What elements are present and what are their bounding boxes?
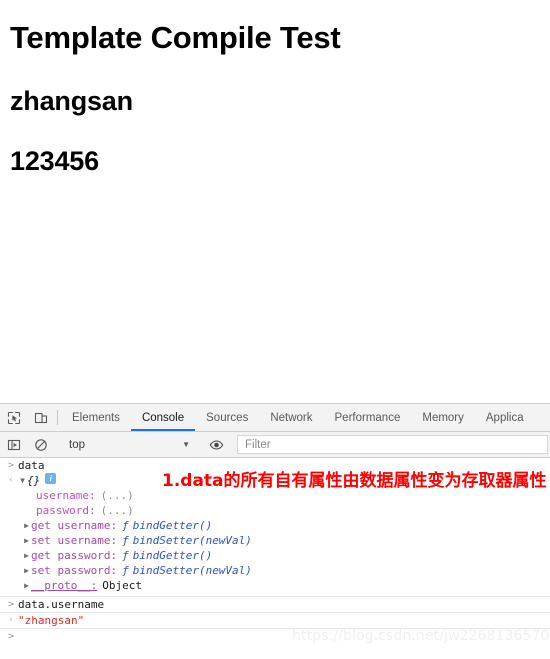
accessor-key: set username:: [31, 534, 118, 547]
function-name: bindSetter(newVal): [132, 564, 252, 577]
device-toolbar-icon[interactable]: [27, 404, 54, 431]
tab-sources[interactable]: Sources: [195, 404, 259, 431]
devtools-tabbar: Elements Console Sources Network Perform…: [0, 404, 550, 432]
devtools-panel: Elements Console Sources Network Perform…: [0, 403, 550, 659]
accessor-key: set password:: [31, 564, 118, 577]
filter-input[interactable]: Filter: [237, 435, 548, 454]
tab-performance[interactable]: Performance: [324, 404, 412, 431]
password-output: 123456: [10, 145, 99, 176]
console-input-row[interactable]: > data: [0, 458, 550, 473]
function-name: bindGetter(): [132, 549, 213, 562]
object-property-row[interactable]: password: (...): [0, 503, 550, 518]
console-filter-bar: top ▼ Filter: [0, 432, 550, 458]
output-marker-icon: ‹: [8, 475, 14, 485]
console-input-row[interactable]: > data.username: [0, 596, 550, 613]
page-title: Template Compile Test: [10, 20, 341, 55]
property-value[interactable]: (...): [101, 488, 134, 503]
collapse-triangle-icon[interactable]: ▶: [22, 533, 31, 548]
console-command: data: [18, 459, 45, 472]
console-output[interactable]: > data ‹ ▼ {} i username: (...) password…: [0, 458, 550, 659]
input-marker-icon: >: [7, 460, 15, 471]
object-brace: {}: [27, 474, 41, 487]
toolbar-divider: [57, 410, 58, 425]
console-prompt-row[interactable]: >: [0, 629, 550, 644]
collapse-triangle-icon[interactable]: ▶: [22, 563, 31, 578]
property-key: username:: [36, 489, 96, 502]
tab-memory[interactable]: Memory: [411, 404, 475, 431]
tab-network[interactable]: Network: [259, 404, 323, 431]
output-marker-icon: ‹: [8, 615, 14, 625]
property-value[interactable]: (...): [101, 503, 134, 518]
function-name: bindSetter(newVal): [132, 534, 252, 547]
clear-console-icon[interactable]: [27, 438, 54, 452]
object-accessor-row[interactable]: ▶ set username: ƒ bindSetter(newVal): [0, 533, 550, 548]
proto-key: __proto__:: [31, 579, 98, 592]
tab-elements[interactable]: Elements: [61, 404, 131, 431]
info-icon[interactable]: i: [45, 473, 57, 484]
object-accessor-row[interactable]: ▶ set password: ƒ bindSetter(newVal): [0, 563, 550, 578]
expand-triangle-icon[interactable]: ▼: [18, 473, 27, 488]
execution-context-value: top: [69, 438, 85, 451]
object-proto-row[interactable]: ▶ __proto__: Object: [0, 578, 550, 593]
function-glyph-icon: ƒ: [122, 519, 129, 532]
function-name: bindGetter(): [132, 519, 213, 532]
accessor-key: get password:: [31, 549, 118, 562]
input-marker-icon: >: [7, 599, 15, 610]
console-result-row[interactable]: ‹ "zhangsan": [0, 613, 550, 629]
property-key: password:: [36, 504, 96, 517]
proto-value: Object: [102, 579, 142, 592]
function-glyph-icon: ƒ: [122, 549, 129, 562]
chevron-down-icon: ▼: [182, 439, 190, 449]
inspect-element-icon[interactable]: [0, 404, 27, 431]
live-expression-eye-icon[interactable]: [203, 438, 230, 452]
function-glyph-icon: ƒ: [122, 534, 129, 547]
object-property-row[interactable]: username: (...): [0, 488, 550, 503]
console-result-row[interactable]: ‹ ▼ {} i: [0, 473, 550, 488]
tab-application[interactable]: Applica: [475, 404, 535, 431]
execution-context-select[interactable]: top ▼: [61, 439, 196, 451]
collapse-triangle-icon[interactable]: ▶: [22, 518, 31, 533]
collapse-triangle-icon[interactable]: ▶: [22, 578, 31, 593]
username-output: zhangsan: [10, 85, 133, 116]
execution-context-icon[interactable]: [0, 438, 27, 452]
console-command: data.username: [18, 598, 105, 611]
tab-console[interactable]: Console: [131, 404, 195, 431]
collapse-triangle-icon[interactable]: ▶: [22, 548, 31, 563]
function-glyph-icon: ƒ: [122, 564, 129, 577]
object-accessor-row[interactable]: ▶ get password: ƒ bindGetter(): [0, 548, 550, 563]
object-accessor-row[interactable]: ▶ get username: ƒ bindGetter(): [0, 518, 550, 533]
browser-page-content: Template Compile Test zhangsan 123456: [0, 0, 550, 403]
accessor-key: get username:: [31, 519, 118, 532]
console-result-value: "zhangsan": [18, 614, 85, 627]
prompt-marker-icon: >: [7, 631, 15, 642]
